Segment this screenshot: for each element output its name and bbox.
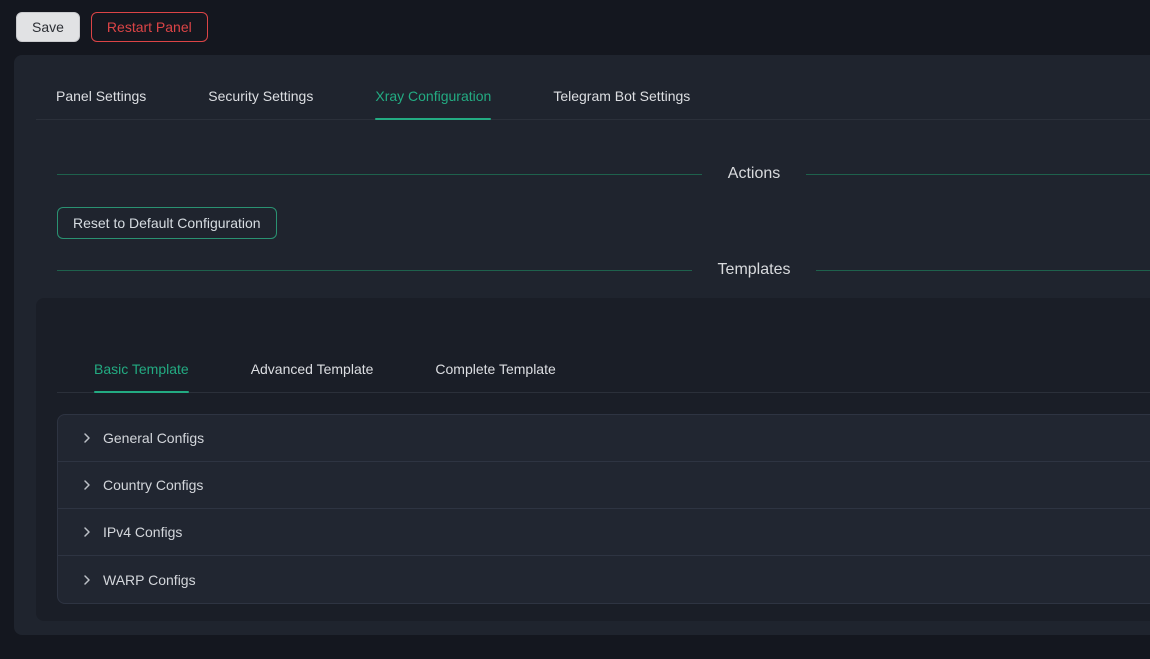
tab-basic-template[interactable]: Basic Template (94, 350, 189, 392)
collapse-label: Country Configs (103, 474, 203, 496)
topbar: Save Restart Panel (16, 12, 208, 42)
reset-default-config-button[interactable]: Reset to Default Configuration (57, 207, 277, 239)
chevron-right-icon (81, 574, 93, 586)
chevron-right-icon (81, 526, 93, 538)
collapse-label: IPv4 Configs (103, 521, 182, 543)
collapse-row-general-configs[interactable]: General Configs (58, 415, 1150, 462)
actions-divider: Actions (57, 162, 1150, 186)
divider-line (806, 174, 1150, 175)
tab-panel-settings[interactable]: Panel Settings (56, 77, 146, 119)
tab-complete-template[interactable]: Complete Template (435, 350, 555, 392)
tab-telegram-bot-settings[interactable]: Telegram Bot Settings (553, 77, 690, 119)
chevron-right-icon (81, 479, 93, 491)
restart-panel-button[interactable]: Restart Panel (91, 12, 208, 42)
template-tabs: Basic Template Advanced Template Complet… (57, 350, 1150, 393)
collapse-label: General Configs (103, 427, 204, 449)
divider-line (816, 270, 1150, 271)
divider-line (57, 270, 692, 271)
config-collapse-list: General Configs Country Configs IPv4 Con… (57, 414, 1150, 604)
chevron-right-icon (81, 432, 93, 444)
settings-card: Panel Settings Security Settings Xray Co… (14, 55, 1150, 635)
collapse-row-country-configs[interactable]: Country Configs (58, 462, 1150, 509)
divider-line (57, 174, 702, 175)
collapse-row-warp-configs[interactable]: WARP Configs (58, 556, 1150, 603)
templates-divider: Templates (57, 258, 1150, 282)
tab-advanced-template[interactable]: Advanced Template (251, 350, 374, 392)
settings-tabs: Panel Settings Security Settings Xray Co… (36, 77, 1150, 120)
templates-card: Basic Template Advanced Template Complet… (36, 298, 1150, 621)
tab-xray-configuration[interactable]: Xray Configuration (375, 77, 491, 119)
collapse-row-ipv4-configs[interactable]: IPv4 Configs (58, 509, 1150, 556)
collapse-label: WARP Configs (103, 569, 196, 591)
save-button[interactable]: Save (16, 12, 80, 42)
templates-section-title: Templates (692, 258, 817, 282)
tab-security-settings[interactable]: Security Settings (208, 77, 313, 119)
actions-section-title: Actions (702, 162, 806, 186)
